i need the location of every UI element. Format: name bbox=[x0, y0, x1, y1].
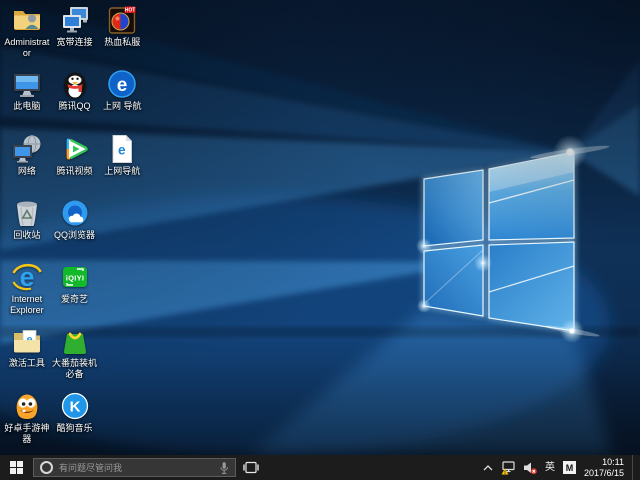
icon-label: 回收站 bbox=[13, 230, 40, 241]
user-folder-icon bbox=[11, 4, 43, 36]
windows-logo-icon bbox=[10, 461, 23, 474]
clock-time: 10:11 bbox=[584, 457, 624, 468]
monitor-icon bbox=[11, 68, 43, 100]
tools-folder-icon: e bbox=[11, 325, 43, 357]
show-desktop-button[interactable] bbox=[632, 455, 636, 480]
desktop-icon-web-navigation-doc[interactable]: e 上网导航 bbox=[98, 133, 146, 197]
desktop-icon-grid: Administrator 此电脑 网络 bbox=[3, 4, 146, 454]
round-e-icon: e bbox=[106, 68, 138, 100]
icon-label: QQ浏览器 bbox=[54, 230, 95, 241]
desktop-icon-iqiyi[interactable]: iQIYI 爱奇艺 bbox=[51, 261, 99, 325]
icon-label: 网络 bbox=[18, 166, 36, 177]
icon-label: 腾讯视频 bbox=[57, 166, 93, 177]
task-view-button[interactable] bbox=[236, 455, 266, 480]
qq-penguin-icon bbox=[59, 68, 91, 100]
icon-label: 激活工具 bbox=[9, 358, 45, 369]
iqiyi-icon: iQIYI bbox=[59, 261, 91, 293]
network-globe-icon bbox=[11, 133, 43, 165]
iqiyi-wordmark: iQIYI bbox=[65, 274, 84, 283]
desktop-icon-administrator[interactable]: Administrator bbox=[3, 4, 51, 68]
desktop-icon-network[interactable]: 网络 bbox=[3, 133, 51, 197]
desktop-icon-qq-browser[interactable]: QQ浏览器 bbox=[51, 197, 99, 261]
desktop-icon-kugou-music[interactable]: K 酷狗音乐 bbox=[51, 390, 99, 454]
icon-label: 上网导航 bbox=[104, 166, 140, 177]
cortana-search-box[interactable]: 有问题尽管问我 bbox=[33, 458, 236, 477]
doc-e-letter: e bbox=[118, 142, 126, 157]
desktop-icon-this-pc[interactable]: 此电脑 bbox=[3, 68, 51, 132]
search-placeholder: 有问题尽管问我 bbox=[59, 461, 213, 474]
network-warning-icon bbox=[501, 461, 515, 475]
desktop-icon-internet-explorer[interactable]: e Internet Explorer bbox=[3, 261, 51, 325]
icon-label: 爱奇艺 bbox=[61, 294, 88, 305]
recycle-bin-icon bbox=[11, 197, 43, 229]
tencent-video-icon bbox=[59, 133, 91, 165]
dual-monitor-icon bbox=[59, 4, 91, 36]
task-view-icon bbox=[243, 461, 259, 474]
volume-muted-icon bbox=[523, 461, 537, 475]
icon-label: Administrator bbox=[3, 37, 51, 59]
icon-label: Internet Explorer bbox=[3, 294, 51, 316]
desktop-icon-tencent-qq[interactable]: 腾讯QQ bbox=[51, 68, 99, 132]
icon-label: 酷狗音乐 bbox=[57, 423, 93, 434]
desktop-icon-broadband-connection[interactable]: 宽带连接 bbox=[51, 4, 99, 68]
taskbar: 有问题尽管问我 bbox=[0, 455, 640, 480]
kugou-icon: K bbox=[59, 390, 91, 422]
shopping-bag-icon bbox=[59, 325, 91, 357]
clock-date: 2017/6/15 bbox=[584, 468, 624, 479]
icon-label: 此电脑 bbox=[13, 101, 40, 112]
ime-mode-badge[interactable]: M bbox=[563, 461, 576, 474]
cortana-icon bbox=[40, 461, 53, 474]
qq-browser-icon bbox=[59, 197, 91, 229]
icon-label: 上网 导航 bbox=[103, 101, 142, 112]
chevron-up-icon bbox=[483, 464, 493, 472]
kugou-letter: K bbox=[69, 398, 80, 415]
monster-icon bbox=[11, 390, 43, 422]
icon-label: 好卓手游神器 bbox=[3, 423, 51, 445]
desktop-icon-haozhuo-mobile-games[interactable]: 好卓手游神器 bbox=[3, 390, 51, 454]
icon-label: 大番茄装机必备 bbox=[51, 358, 99, 380]
game-lens-icon: HOT bbox=[106, 4, 138, 36]
internet-explorer-icon: e bbox=[11, 261, 43, 293]
desktop-icon-rexue-private-server[interactable]: HOT 热血私服 bbox=[98, 4, 146, 68]
network-status-button[interactable] bbox=[501, 455, 515, 480]
icon-label: 腾讯QQ bbox=[59, 101, 91, 112]
desktop-icon-web-navigation-round[interactable]: e 上网 导航 bbox=[98, 68, 146, 132]
desktop-icon-big-tomato-installer[interactable]: 大番茄装机必备 bbox=[51, 325, 99, 389]
microphone-icon[interactable] bbox=[219, 461, 229, 475]
desktop[interactable]: Administrator 此电脑 网络 bbox=[0, 0, 640, 455]
taskbar-clock[interactable]: 10:11 2017/6/15 bbox=[584, 457, 624, 478]
ime-language-indicator[interactable]: 英 bbox=[545, 455, 555, 480]
hot-badge: HOT bbox=[125, 8, 136, 14]
desktop-icon-tencent-video[interactable]: 腾讯视频 bbox=[51, 133, 99, 197]
start-button[interactable] bbox=[0, 455, 33, 480]
nav-letter: e bbox=[117, 75, 128, 96]
doc-e-icon: e bbox=[106, 133, 138, 165]
icon-label: 热血私服 bbox=[104, 37, 140, 48]
icon-label: 宽带连接 bbox=[57, 37, 93, 48]
system-tray: 英 M 10:11 2017/6/15 bbox=[483, 455, 640, 480]
desktop-icon-activation-tools[interactable]: e 激活工具 bbox=[3, 325, 51, 389]
desktop-icon-recycle-bin[interactable]: 回收站 bbox=[3, 197, 51, 261]
volume-button[interactable] bbox=[523, 455, 537, 480]
tray-overflow-chevron[interactable] bbox=[483, 455, 493, 480]
